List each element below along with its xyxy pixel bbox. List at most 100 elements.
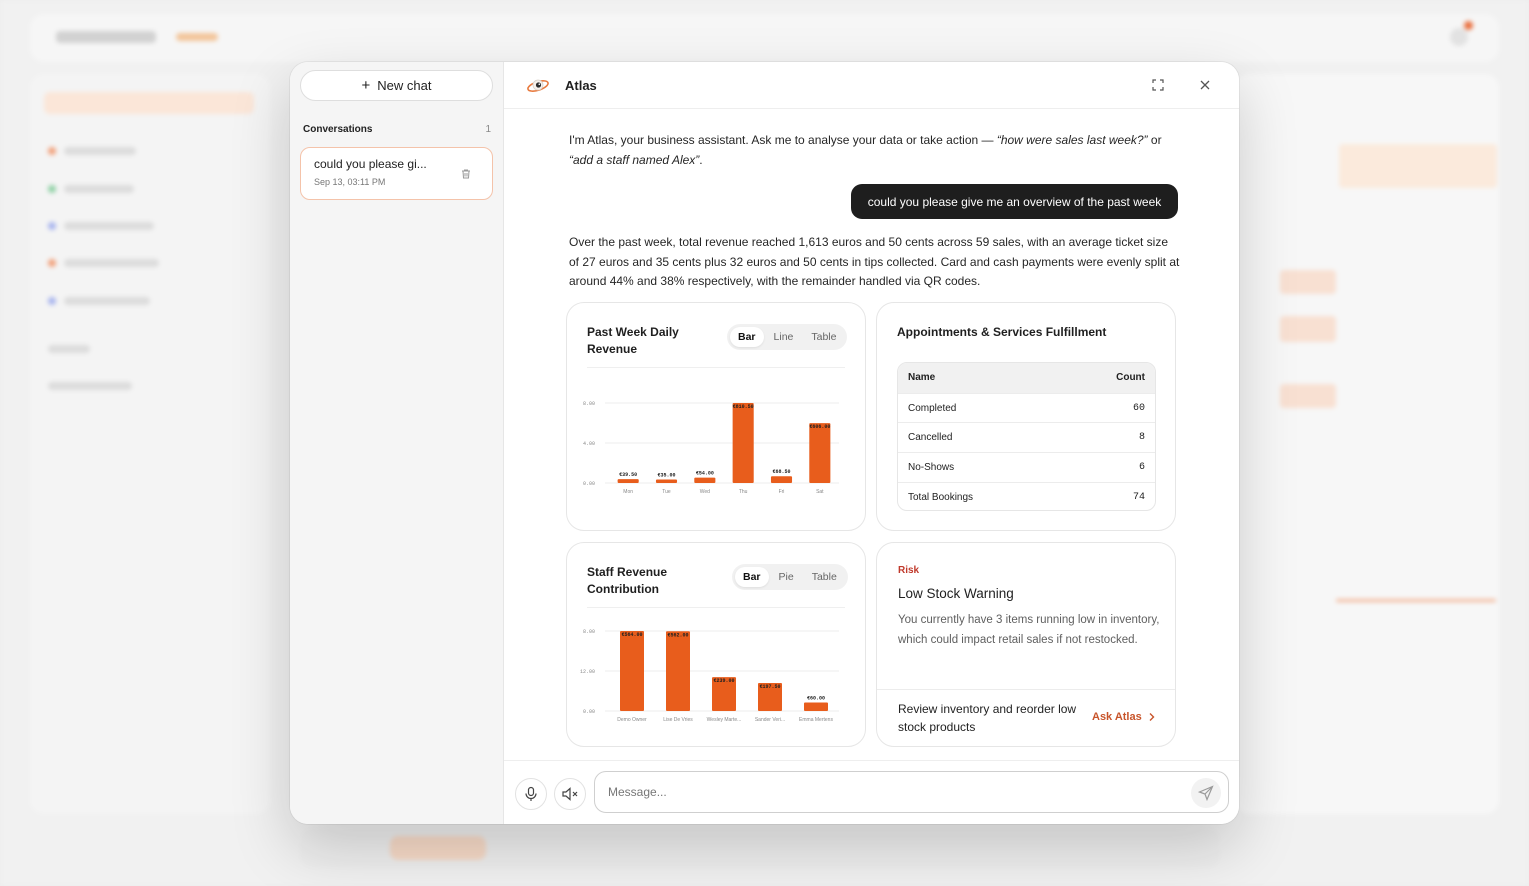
row-count: 6: [1138, 461, 1145, 473]
intro-example-2: “add a staff named Alex”: [569, 152, 700, 167]
x-tick-label: Demo Owner: [617, 717, 647, 723]
appointments-card: Appointments & Services Fulfillment Name…: [876, 302, 1176, 531]
trash-icon[interactable]: [460, 168, 472, 180]
x-tick-label: Thu: [739, 489, 748, 495]
conversations-label: Conversations: [303, 124, 373, 135]
bar-value-label: €35.00: [657, 473, 675, 479]
risk-action-text: Review inventory and reorder low stock p…: [898, 702, 1077, 734]
tab-bar[interactable]: Bar: [730, 327, 764, 347]
staff-revenue-title: Staff Revenue Contribution: [587, 565, 668, 596]
microphone-icon: [525, 786, 537, 801]
bar-value-label: €606.00: [809, 424, 830, 430]
bar-value-label: €562.00: [667, 632, 688, 638]
bg-dot: [48, 222, 56, 230]
daily-revenue-card: Past Week Daily Revenue Bar Line Table 0…: [566, 302, 866, 531]
bg-brand-tag: [176, 33, 218, 41]
ask-atlas-button[interactable]: Ask Atlas: [1092, 711, 1156, 723]
bar: [809, 423, 831, 483]
bg-line: [64, 185, 134, 193]
message-input[interactable]: [594, 771, 1229, 813]
bar: [666, 631, 690, 711]
row-count: 60: [1132, 402, 1145, 414]
bg-progress-line: [1336, 599, 1496, 602]
intro-end: .: [699, 152, 703, 167]
bg-line: [64, 147, 136, 155]
y-tick-label: 8.00: [583, 629, 595, 635]
appointments-table: Name Count Completed 60 Cancelled 8 No-S…: [897, 362, 1156, 511]
new-chat-label: New chat: [377, 78, 432, 93]
conversations-header: Conversations 1: [303, 124, 491, 135]
message-composer: [504, 760, 1239, 824]
table-row: Total Bookings 74: [898, 481, 1155, 510]
intro-or: or: [1147, 133, 1162, 147]
user-message-bubble: could you please give me an overview of …: [851, 184, 1178, 219]
bar: [655, 479, 678, 483]
plus-icon: +: [361, 77, 371, 94]
mute-button[interactable]: [554, 778, 586, 810]
x-tick-label: Mon: [623, 489, 633, 495]
bg-topbar: [30, 14, 1499, 62]
table-header-row: Name Count: [898, 363, 1155, 393]
conversations-count: 1: [485, 124, 491, 135]
bar: [620, 631, 644, 711]
risk-divider: [877, 689, 1175, 690]
speaker-muted-icon: [562, 787, 578, 801]
y-tick-label: 0.00: [583, 481, 595, 487]
row-name: Total Bookings: [908, 491, 974, 503]
bar-value-label: €810.50: [733, 404, 754, 410]
staff-revenue-card: Staff Revenue Contribution Bar Pie Table…: [566, 542, 866, 747]
conversation-item[interactable]: could you please gi... Sep 13, 03:11 PM: [300, 147, 493, 200]
bar-value-label: €68.50: [772, 469, 790, 475]
bg-line: [48, 345, 90, 353]
row-name: Completed: [908, 402, 957, 414]
risk-title: Low Stock Warning: [898, 586, 1014, 601]
staff-revenue-chart-tabs: Bar Pie Table: [732, 564, 848, 590]
x-tick-label: Wed: [700, 489, 710, 495]
conversations-sidebar: + New chat Conversations 1 could you ple…: [290, 62, 504, 824]
microphone-button[interactable]: [515, 778, 547, 810]
atlas-logo-icon: [527, 79, 549, 92]
conversation-title: could you please gi...: [314, 157, 427, 171]
bg-line: [64, 259, 159, 267]
bg-dot: [48, 147, 56, 155]
card-divider: [587, 607, 845, 608]
bar-value-label: €54.00: [696, 471, 714, 477]
close-icon[interactable]: [1198, 78, 1212, 92]
send-button[interactable]: [1191, 778, 1221, 808]
intro-text: I'm Atlas, your business assistant. Ask …: [569, 133, 997, 147]
bg-card: [1339, 144, 1497, 188]
table-header-count: Count: [1116, 372, 1145, 384]
ask-atlas-label: Ask Atlas: [1092, 711, 1142, 723]
bg-line: [64, 297, 150, 305]
y-tick-label: 0.00: [583, 709, 595, 715]
risk-card: Risk Low Stock Warning You currently hav…: [876, 542, 1176, 747]
y-tick-label: 12.00: [580, 669, 595, 675]
bar: [617, 479, 639, 483]
x-tick-label: Tue: [662, 489, 671, 495]
chat-title: Atlas: [565, 78, 597, 93]
intro-example-1: “how were sales last week?”: [996, 133, 1148, 147]
bg-brand: [56, 31, 156, 43]
expand-icon[interactable]: [1151, 78, 1165, 92]
tab-line[interactable]: Line: [766, 327, 802, 347]
bar-value-label: €564.00: [621, 632, 642, 638]
x-tick-label: Fri: [779, 489, 785, 495]
assistant-intro-message: I'm Atlas, your business assistant. Ask …: [569, 131, 1184, 170]
bar-value-label: €39.50: [619, 472, 637, 478]
x-tick-label: Sander Veri...: [755, 717, 785, 723]
tab-pie[interactable]: Pie: [771, 567, 802, 587]
bg-card: [1280, 270, 1336, 294]
bg-sidebar-active: [44, 92, 254, 114]
tab-table[interactable]: Table: [804, 567, 845, 587]
tab-table[interactable]: Table: [803, 327, 844, 347]
bar: [732, 403, 754, 483]
table-row: Cancelled 8: [898, 422, 1155, 452]
send-icon: [1198, 785, 1214, 801]
bar: [770, 476, 793, 483]
row-count: 74: [1132, 491, 1145, 503]
new-chat-button[interactable]: + New chat: [300, 70, 493, 101]
tab-bar[interactable]: Bar: [735, 567, 769, 587]
daily-revenue-chart-tabs: Bar Line Table: [727, 324, 848, 350]
chat-panel: Atlas I'm Atlas, your business assistant…: [504, 62, 1239, 824]
chat-header: Atlas: [504, 62, 1239, 109]
